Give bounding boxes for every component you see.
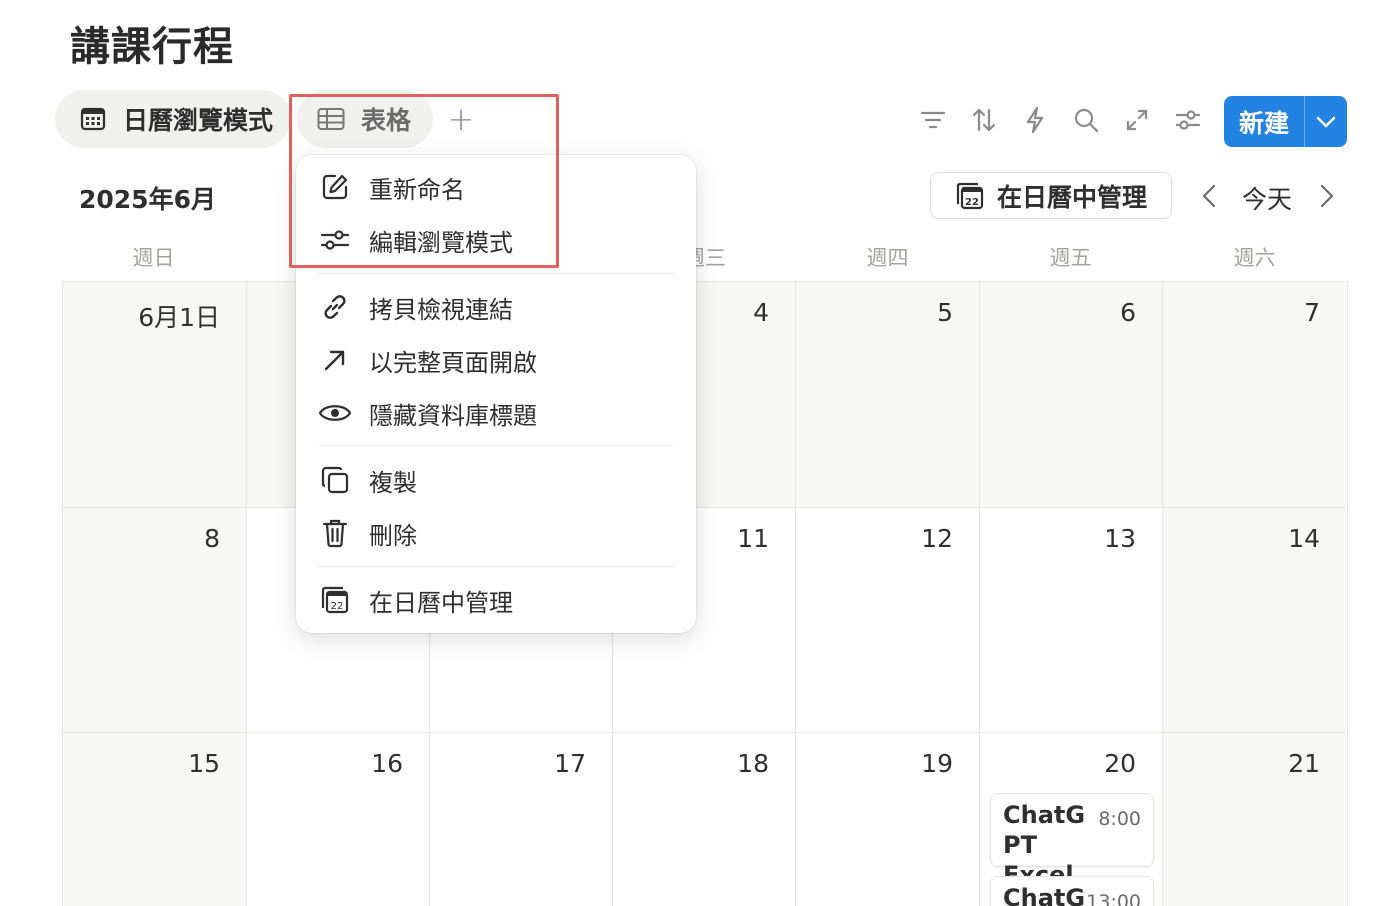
day-cell[interactable]: 6	[980, 282, 1163, 508]
calendar-22-icon: 22	[955, 181, 985, 211]
day-cell[interactable]: 21	[1163, 733, 1346, 906]
menu-item-label: 刪除	[369, 521, 417, 550]
next-month-button[interactable]	[1314, 180, 1340, 212]
filter-icon[interactable]	[917, 104, 949, 136]
day-cell[interactable]: 17	[430, 733, 613, 906]
day-number: 7	[1304, 298, 1320, 327]
day-number: 18	[737, 749, 769, 778]
calendar-icon	[79, 105, 107, 133]
day-cell[interactable]: 5	[796, 282, 980, 508]
manage-in-calendar-label: 在日曆中管理	[997, 182, 1148, 212]
menu-divider	[318, 566, 674, 567]
weekday-label-fri: 週五	[1049, 246, 1092, 270]
day-cell[interactable]: 7	[1163, 282, 1346, 508]
arrow-up-right-icon	[318, 343, 352, 377]
prev-month-button[interactable]	[1196, 180, 1222, 212]
event-card[interactable]: ChatG 13:00	[990, 876, 1154, 906]
day-number: 19	[921, 749, 953, 778]
event-time: 8:00	[1098, 808, 1141, 830]
day-number: 20	[1104, 749, 1136, 778]
tab-table-label: 表格	[361, 106, 412, 135]
calendar-grid: 6月1日 2 3 4 5 6 7 8 9 10 11 12 13 14 15 1…	[62, 281, 1348, 906]
day-number: 4	[753, 298, 769, 327]
menu-item-hide-title[interactable]: 隱藏資料庫標題	[318, 393, 537, 433]
day-cell[interactable]: 14	[1163, 508, 1346, 733]
tab-table-view[interactable]: 表格	[297, 90, 433, 148]
weekday-label-sat: 週六	[1233, 246, 1276, 270]
menu-item-label: 複製	[369, 468, 417, 497]
chevron-down-icon[interactable]	[1305, 96, 1347, 147]
edit-icon	[318, 170, 352, 204]
new-button[interactable]: 新建	[1224, 96, 1347, 147]
day-number: 13	[1104, 524, 1136, 553]
link-icon	[318, 290, 352, 324]
menu-item-label: 以完整頁面開啟	[369, 348, 537, 377]
menu-item-edit-view[interactable]: 編輯瀏覽模式	[318, 220, 513, 260]
day-cell[interactable]: 6月1日	[63, 282, 247, 508]
menu-item-label: 在日曆中管理	[369, 588, 513, 617]
trash-icon	[318, 516, 352, 550]
day-cell[interactable]: 8	[63, 508, 247, 733]
day-cell[interactable]: 15	[63, 733, 247, 906]
day-number: 21	[1288, 749, 1320, 778]
eye-icon	[318, 396, 352, 430]
settings-sliders-icon[interactable]	[1172, 104, 1204, 136]
today-button[interactable]: 今天	[1242, 180, 1292, 216]
add-view-button[interactable]: +	[446, 100, 476, 138]
page-title: 講課行程	[70, 24, 234, 70]
day-cell[interactable]: 18	[613, 733, 796, 906]
month-label: 2025年6月	[79, 185, 216, 214]
duplicate-icon	[318, 463, 352, 497]
menu-item-rename[interactable]: 重新命名	[318, 167, 465, 207]
day-number: 8	[204, 524, 220, 553]
new-button-label[interactable]: 新建	[1224, 96, 1305, 147]
day-number: 15	[188, 749, 220, 778]
weekday-label-sun: 週日	[132, 246, 175, 270]
day-number: 16	[371, 749, 403, 778]
lightning-icon[interactable]	[1019, 104, 1051, 136]
menu-item-duplicate[interactable]: 複製	[318, 460, 417, 500]
tab-calendar-label: 日曆瀏覽模式	[123, 106, 274, 135]
menu-item-delete[interactable]: 刪除	[318, 513, 417, 553]
day-number: 5	[937, 298, 953, 327]
day-cell[interactable]: 12	[796, 508, 980, 733]
day-cell[interactable]: 13	[980, 508, 1163, 733]
tab-calendar-view[interactable]: 日曆瀏覽模式	[55, 90, 291, 148]
event-time: 13:00	[1086, 891, 1141, 906]
view-context-menu: 重新命名 編輯瀏覽模式 拷貝檢視連結 以完整頁面開啟 隱藏資料庫標題 複製 刪除…	[296, 155, 696, 633]
day-number: 17	[554, 749, 586, 778]
weekday-label-thu: 週四	[866, 246, 909, 270]
menu-item-label: 隱藏資料庫標題	[369, 401, 537, 430]
table-icon	[317, 105, 345, 133]
expand-icon[interactable]	[1121, 104, 1153, 136]
menu-item-label: 重新命名	[369, 175, 465, 204]
day-number: 6月1日	[138, 303, 220, 332]
day-cell[interactable]: 20 ChatG PT Excel... 8:00 ChatG 13:00	[980, 733, 1163, 906]
svg-text:22: 22	[965, 197, 979, 208]
day-number: 11	[737, 524, 769, 553]
day-cell[interactable]: 16	[247, 733, 430, 906]
menu-item-open-full-page[interactable]: 以完整頁面開啟	[318, 340, 537, 380]
event-card[interactable]: ChatG PT Excel... 8:00	[990, 793, 1154, 889]
sort-icon[interactable]	[968, 104, 1000, 136]
menu-divider	[318, 445, 674, 446]
menu-item-manage-in-calendar[interactable]: 22 在日曆中管理	[318, 580, 513, 620]
day-number: 6	[1120, 298, 1136, 327]
day-cell[interactable]: 19	[796, 733, 980, 906]
menu-divider	[318, 273, 674, 274]
settings-sliders-icon	[318, 223, 352, 257]
menu-item-label: 編輯瀏覽模式	[369, 228, 513, 257]
menu-item-label: 拷貝檢視連結	[369, 295, 513, 324]
menu-item-copy-link[interactable]: 拷貝檢視連結	[318, 287, 513, 327]
day-number: 14	[1288, 524, 1320, 553]
day-number: 12	[921, 524, 953, 553]
search-icon[interactable]	[1070, 104, 1102, 136]
calendar-22-icon: 22	[318, 583, 352, 617]
svg-text:22: 22	[331, 601, 344, 612]
manage-in-calendar-button[interactable]: 22 在日曆中管理	[930, 172, 1172, 219]
